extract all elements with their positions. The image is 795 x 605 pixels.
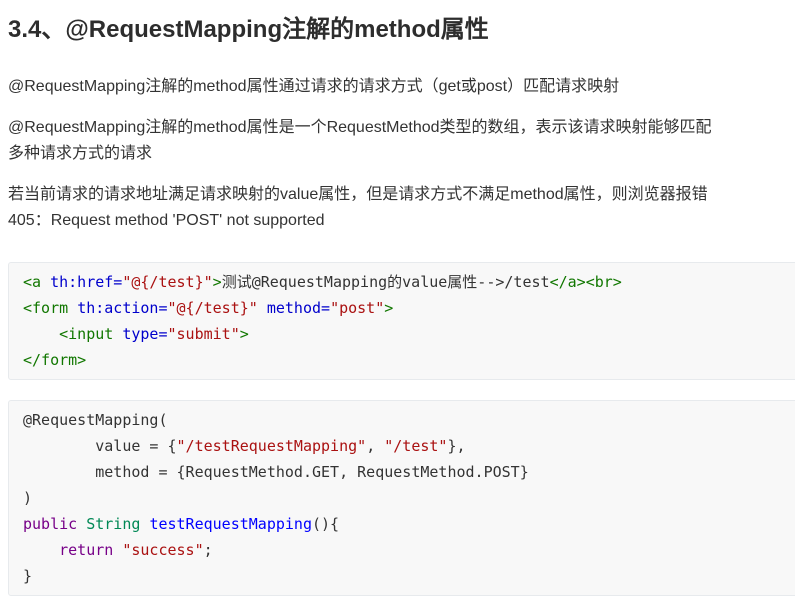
code-token: "submit" bbox=[167, 325, 240, 343]
code-line: value = {"/testRequestMapping", "/test"}… bbox=[23, 433, 795, 459]
code-token: <input bbox=[59, 325, 114, 343]
code-token: > bbox=[384, 299, 394, 317]
code-line: method = {RequestMethod.GET, RequestMeth… bbox=[23, 459, 795, 485]
document-content: 3.4、@RequestMapping注解的method属性 @RequestM… bbox=[0, 0, 795, 596]
code-token: }, bbox=[447, 437, 466, 455]
code-token: ; bbox=[203, 541, 213, 559]
code-token: method = {RequestMethod.GET, RequestMeth… bbox=[23, 463, 529, 481]
code-token: return bbox=[59, 541, 114, 559]
code-token: } bbox=[23, 567, 33, 585]
code-token: <a bbox=[23, 273, 42, 291]
code-token: public bbox=[23, 515, 78, 533]
code-token: "post" bbox=[330, 299, 385, 317]
code-token: ) bbox=[23, 489, 33, 507]
code-token: > bbox=[212, 273, 222, 291]
page-title: 3.4、@RequestMapping注解的method属性 bbox=[8, 16, 489, 43]
code-line: ) bbox=[23, 485, 795, 511]
paragraph-line: 405：Request method 'POST' not supported bbox=[8, 212, 325, 229]
paragraph: @RequestMapping注解的method属性通过请求的请求方式（get或… bbox=[8, 74, 795, 100]
code-token: type= bbox=[122, 325, 168, 343]
code-token: </a> bbox=[549, 273, 586, 291]
paragraph-line: 若当前请求的请求地址满足请求映射的value属性，但是请求方式不满足method… bbox=[8, 186, 708, 203]
code-token: value = { bbox=[23, 437, 177, 455]
code-token: "success" bbox=[122, 541, 204, 559]
code-line: <form th:action="@{/test}" method="post"… bbox=[23, 295, 795, 321]
paragraph-line: @RequestMapping注解的method属性是一个RequestMeth… bbox=[8, 119, 712, 136]
code-line: } bbox=[23, 563, 795, 589]
code-line: public String testRequestMapping(){ bbox=[23, 511, 795, 537]
code-line: <input type="submit"> bbox=[23, 321, 795, 347]
paragraph-line: 多种请求方式的请求 bbox=[8, 145, 153, 162]
code-token: "@{/test}" bbox=[122, 273, 213, 291]
code-token: @RequestMapping( bbox=[23, 411, 168, 429]
code-line: @RequestMapping( bbox=[23, 407, 795, 433]
code-block-html: <a th:href="@{/test}">测试@RequestMapping的… bbox=[8, 262, 795, 380]
code-token: <form bbox=[23, 299, 69, 317]
code-line: <a th:href="@{/test}">测试@RequestMapping的… bbox=[23, 269, 795, 295]
code-token: </form> bbox=[23, 351, 87, 369]
code-token: "/testRequestMapping" bbox=[176, 437, 367, 455]
code-token: th:action= bbox=[77, 299, 168, 317]
paragraphs: @RequestMapping注解的method属性通过请求的请求方式（get或… bbox=[8, 74, 795, 234]
code-line: </form> bbox=[23, 347, 795, 373]
code-token: String bbox=[86, 515, 141, 533]
code-token: "@{/test}" bbox=[167, 299, 258, 317]
code-token: (){ bbox=[312, 515, 340, 533]
paragraph-line: @RequestMapping注解的method属性通过请求的请求方式（get或… bbox=[8, 78, 620, 95]
paragraph: 若当前请求的请求地址满足请求映射的value属性，但是请求方式不满足method… bbox=[8, 182, 795, 234]
code-block-java: @RequestMapping( value = {"/testRequestM… bbox=[8, 400, 795, 596]
code-token: 测试@RequestMapping的value属性-->/test bbox=[221, 273, 550, 291]
code-line: return "success"; bbox=[23, 537, 795, 563]
code-token: method= bbox=[266, 299, 331, 317]
code-token: , bbox=[366, 437, 385, 455]
code-token: "/test" bbox=[384, 437, 448, 455]
code-token: > bbox=[239, 325, 249, 343]
code-token: th:href= bbox=[50, 273, 123, 291]
code-token: testRequestMapping bbox=[149, 515, 312, 533]
paragraph: @RequestMapping注解的method属性是一个RequestMeth… bbox=[8, 115, 795, 167]
code-token: <br> bbox=[585, 273, 622, 291]
